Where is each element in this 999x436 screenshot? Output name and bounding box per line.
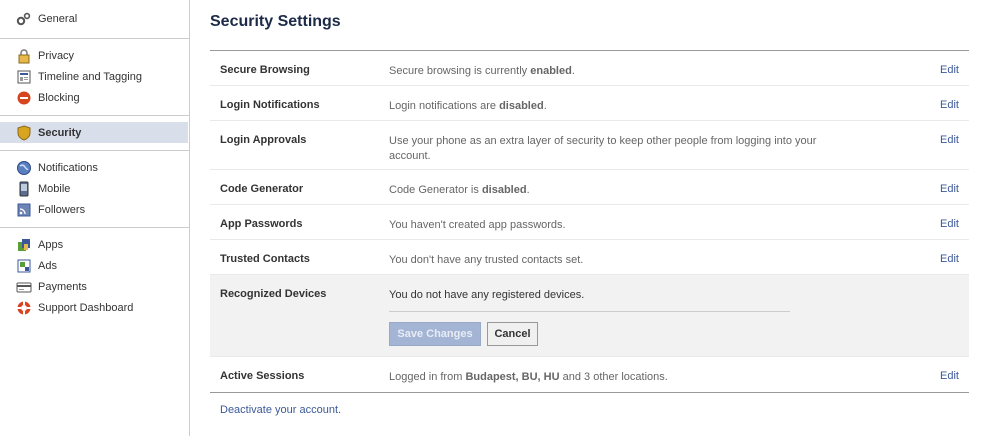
setting-row-login-notifications: Login Notifications Login notifications … bbox=[210, 86, 969, 121]
timeline-icon bbox=[16, 69, 32, 85]
setting-label: Secure Browsing bbox=[220, 64, 310, 76]
setting-description: Use your phone as an extra layer of secu… bbox=[389, 135, 817, 162]
cancel-button[interactable]: Cancel bbox=[487, 322, 538, 346]
setting-row-secure-browsing: Secure Browsing Secure browsing is curre… bbox=[210, 51, 969, 86]
edit-link[interactable]: Edit bbox=[940, 370, 959, 382]
setting-row-app-passwords: App Passwords You haven't created app pa… bbox=[210, 205, 969, 240]
sidebar-item-label: Security bbox=[38, 126, 82, 139]
rss-icon bbox=[16, 202, 32, 218]
sidebar-item-privacy[interactable]: Privacy bbox=[0, 45, 189, 66]
setting-row-active-sessions: Active Sessions Logged in from Budapest,… bbox=[210, 357, 969, 392]
sidebar-item-label: Payments bbox=[38, 280, 87, 293]
sidebar-item-label: Ads bbox=[38, 259, 57, 272]
sidebar-group-security: Security bbox=[0, 116, 189, 151]
deactivate-account-link[interactable]: Deactivate your account. bbox=[220, 404, 341, 416]
sidebar-item-payments[interactable]: Payments bbox=[0, 276, 189, 297]
setting-row-recognized-devices: Recognized Devices You do not have any r… bbox=[210, 275, 969, 357]
security-settings-list: Secure Browsing Secure browsing is curre… bbox=[210, 50, 969, 393]
gears-icon bbox=[16, 11, 32, 27]
sidebar-item-notifications[interactable]: Notifications bbox=[0, 157, 189, 178]
setting-label: Code Generator bbox=[220, 183, 304, 195]
lifebuoy-icon bbox=[16, 300, 32, 316]
sidebar-item-followers[interactable]: Followers bbox=[0, 199, 189, 220]
setting-label: Login Notifications bbox=[220, 99, 320, 111]
edit-link[interactable]: Edit bbox=[940, 218, 959, 230]
sidebar-item-general[interactable]: General bbox=[0, 8, 189, 29]
settings-sidebar: General Privacy Timeline and Tagging Blo… bbox=[0, 0, 190, 436]
setting-description: Logged in from Budapest, BU, HU and 3 ot… bbox=[389, 371, 668, 383]
sidebar-group-privacy: Privacy Timeline and Tagging Blocking bbox=[0, 39, 189, 116]
setting-row-code-generator: Code Generator Code Generator is disable… bbox=[210, 170, 969, 205]
globe-icon bbox=[16, 160, 32, 176]
ads-icon bbox=[16, 258, 32, 274]
setting-label: Recognized Devices bbox=[220, 288, 327, 300]
sidebar-group-notifications: Notifications Mobile Followers bbox=[0, 151, 189, 228]
sidebar-item-label: Privacy bbox=[38, 49, 75, 62]
sidebar-item-blocking[interactable]: Blocking bbox=[0, 87, 189, 108]
setting-label: Login Approvals bbox=[220, 134, 307, 146]
sidebar-item-label: Mobile bbox=[38, 182, 71, 195]
sidebar-item-label: Timeline and Tagging bbox=[38, 70, 142, 83]
setting-description: You do not have any registered devices. bbox=[389, 289, 585, 301]
setting-description: Login notifications are disabled. bbox=[389, 100, 547, 112]
sidebar-group-apps: Apps Ads Payments Support Dashboard bbox=[0, 228, 189, 325]
edit-link[interactable]: Edit bbox=[940, 64, 959, 76]
card-icon bbox=[16, 279, 32, 295]
setting-description: You don't have any trusted contacts set. bbox=[389, 254, 584, 266]
edit-link[interactable]: Edit bbox=[940, 134, 959, 146]
setting-description: Code Generator is disabled. bbox=[389, 184, 530, 196]
shield-icon bbox=[16, 124, 32, 141]
apps-icon bbox=[16, 237, 32, 253]
setting-description: You haven't created app passwords. bbox=[389, 219, 566, 231]
save-changes-button[interactable]: Save Changes bbox=[389, 322, 481, 346]
sidebar-item-label: General bbox=[38, 12, 78, 25]
setting-row-login-approvals: Login Approvals Use your phone as an ext… bbox=[210, 121, 969, 170]
sidebar-item-security[interactable]: Security bbox=[0, 122, 188, 143]
setting-row-trusted-contacts: Trusted Contacts You don't have any trus… bbox=[210, 240, 969, 275]
sidebar-item-mobile[interactable]: Mobile bbox=[0, 178, 189, 199]
sidebar-item-label: Notifications bbox=[38, 161, 98, 174]
setting-label: App Passwords bbox=[220, 218, 303, 230]
sidebar-group-general: General bbox=[0, 0, 189, 39]
sidebar-item-label: Blocking bbox=[38, 91, 80, 104]
lock-icon bbox=[16, 48, 32, 64]
sidebar-item-label: Followers bbox=[38, 203, 86, 216]
sidebar-item-apps[interactable]: Apps bbox=[0, 234, 189, 255]
setting-label: Active Sessions bbox=[220, 370, 305, 382]
sidebar-item-label: Support Dashboard bbox=[38, 301, 134, 314]
phone-icon bbox=[16, 181, 32, 197]
sidebar-item-label: Apps bbox=[38, 238, 64, 251]
page-title: Security Settings bbox=[210, 13, 341, 30]
setting-description: Secure browsing is currently enabled. bbox=[389, 65, 575, 77]
edit-link[interactable]: Edit bbox=[940, 99, 959, 111]
edit-link[interactable]: Edit bbox=[940, 183, 959, 195]
block-icon bbox=[16, 90, 32, 106]
sidebar-item-ads[interactable]: Ads bbox=[0, 255, 189, 276]
divider bbox=[389, 311, 790, 312]
edit-link[interactable]: Edit bbox=[940, 253, 959, 265]
sidebar-item-timeline-and-tagging[interactable]: Timeline and Tagging bbox=[0, 66, 189, 87]
setting-label: Trusted Contacts bbox=[220, 253, 310, 265]
sidebar-item-support-dashboard[interactable]: Support Dashboard bbox=[0, 297, 189, 318]
